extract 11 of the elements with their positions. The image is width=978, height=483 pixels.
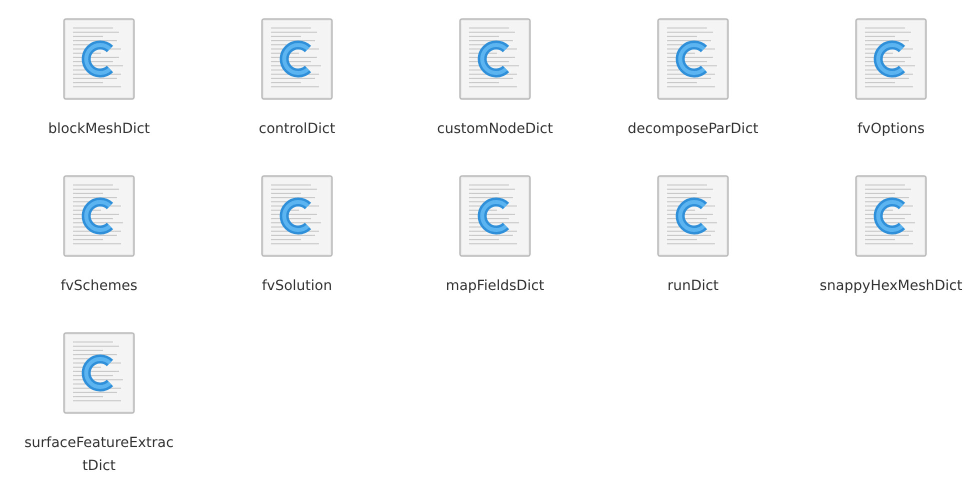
file-name[interactable]: snappyHexMeshDict xyxy=(820,275,962,298)
file-name[interactable]: mapFieldsDict xyxy=(446,275,544,298)
file-name[interactable]: fvSchemes xyxy=(60,275,138,298)
file-name[interactable]: fvSolution xyxy=(262,275,332,298)
file-name[interactable]: surfaceFeatureExtractDict xyxy=(24,432,174,478)
file-name[interactable]: fvOptions xyxy=(857,118,925,141)
file-name[interactable]: decomposeParDict xyxy=(628,118,758,141)
file-name[interactable]: controlDict xyxy=(258,118,336,141)
file-name[interactable]: customNodeDict xyxy=(437,118,553,141)
file-name[interactable]: blockMeshDict xyxy=(48,118,150,141)
file-name[interactable]: runDict xyxy=(667,275,719,298)
